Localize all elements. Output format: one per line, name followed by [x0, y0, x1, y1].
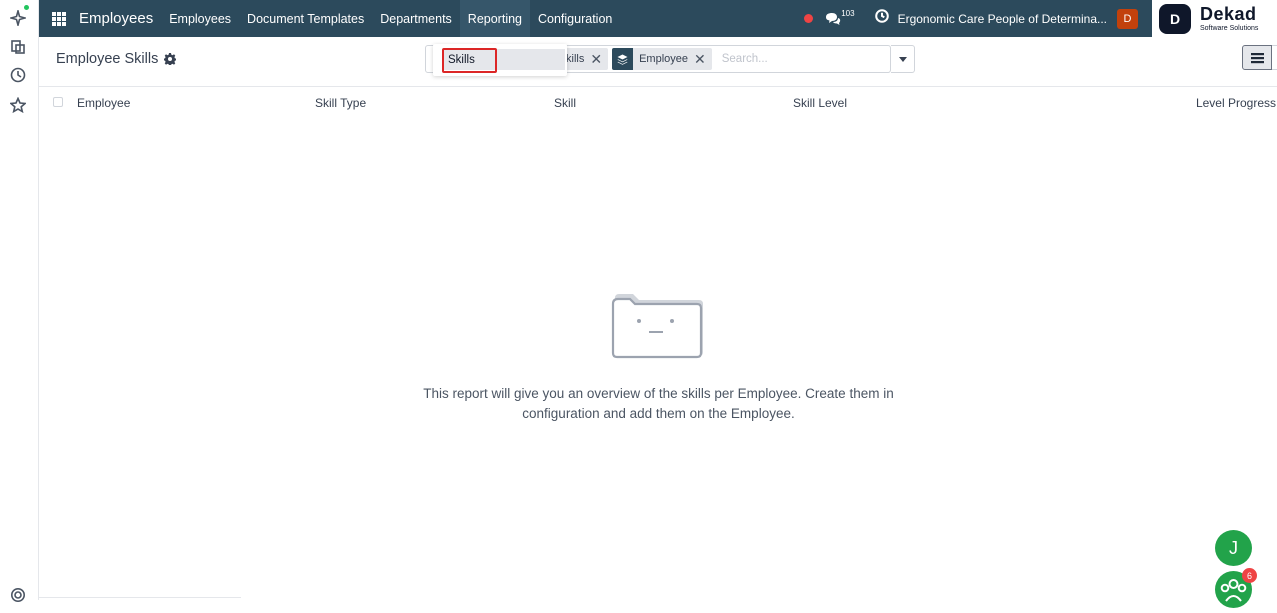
notification-badge: 6 [1242, 568, 1257, 583]
control-panel: Employee Skills kills ✕ Employee ✕ [39, 37, 1277, 87]
activity-clock-icon[interactable] [874, 9, 889, 28]
message-count: 103 [841, 9, 855, 18]
messages-button[interactable]: 103 [825, 9, 855, 26]
menu-document-templates[interactable]: Document Templates [239, 0, 372, 37]
select-all-checkbox[interactable] [53, 97, 63, 107]
menu-configuration[interactable]: Configuration [530, 0, 620, 37]
column-header-level-progress[interactable]: Level Progress [1196, 96, 1276, 110]
column-header-skill[interactable]: Skill [554, 96, 576, 110]
column-header-employee[interactable]: Employee [77, 96, 130, 110]
top-navbar: Employees Employees Document Templates D… [39, 0, 1152, 37]
table-header: Employee Skill Type Skill Skill Level Le… [39, 88, 1277, 117]
company-switcher[interactable]: Ergonomic Care People of Determina... [898, 12, 1107, 26]
search-facet-skills[interactable]: kills ✕ [560, 48, 609, 70]
facet-label: Employee [639, 53, 688, 65]
chevron-down-icon [898, 56, 907, 62]
user-avatar[interactable]: D [1117, 8, 1138, 29]
ai-sparkle-icon[interactable] [9, 9, 27, 27]
empty-state-message: This report will give you an overview of… [423, 386, 894, 421]
documents-icon[interactable] [9, 38, 27, 56]
brand-logo-area: D Dekad Software Solutions [1152, 0, 1277, 37]
settings-icon[interactable] [9, 586, 27, 604]
breadcrumb: Employee Skills [56, 51, 177, 67]
chat-user-avatar[interactable]: J [1215, 530, 1252, 566]
brand-tagline: Software Solutions [1200, 25, 1259, 32]
search-options-toggle[interactable] [891, 45, 915, 73]
app-name[interactable]: Employees [79, 10, 153, 27]
search-facet-employee[interactable]: Employee ✕ [612, 48, 712, 70]
column-header-skill-type[interactable]: Skill Type [315, 96, 366, 110]
list-view-button[interactable] [1242, 45, 1272, 70]
brand-logo: D [1159, 3, 1191, 34]
pivot-view-button[interactable] [1272, 45, 1277, 70]
star-icon[interactable] [9, 96, 27, 114]
online-dot [24, 5, 29, 10]
column-header-skill-level[interactable]: Skill Level [793, 96, 847, 110]
menu-reporting[interactable]: Reporting [459, 0, 530, 37]
view-switcher [1242, 45, 1277, 70]
close-icon[interactable]: ✕ [590, 51, 602, 68]
app-menu-icon[interactable] [52, 11, 66, 26]
layers-icon [612, 48, 634, 70]
close-icon[interactable]: ✕ [694, 51, 706, 68]
menu-employees[interactable]: Employees [161, 0, 239, 37]
page-title: Employee Skills [56, 51, 159, 67]
left-rail [0, 0, 39, 602]
chat-bubbles-icon [826, 12, 841, 25]
history-clock-icon[interactable] [9, 66, 27, 84]
search-input[interactable] [721, 53, 852, 65]
recording-dot-icon[interactable] [804, 14, 814, 23]
systray: 103 Ergonomic Care People of Determina..… [804, 0, 1152, 37]
empty-folder-icon [611, 294, 703, 359]
list-icon [1250, 52, 1264, 63]
brand-name: Dekad [1200, 4, 1257, 24]
main-menu: Employees Document Templates Departments… [161, 0, 620, 37]
highlight-box [442, 48, 497, 73]
menu-departments[interactable]: Departments [372, 0, 460, 37]
gear-icon[interactable] [164, 53, 177, 65]
